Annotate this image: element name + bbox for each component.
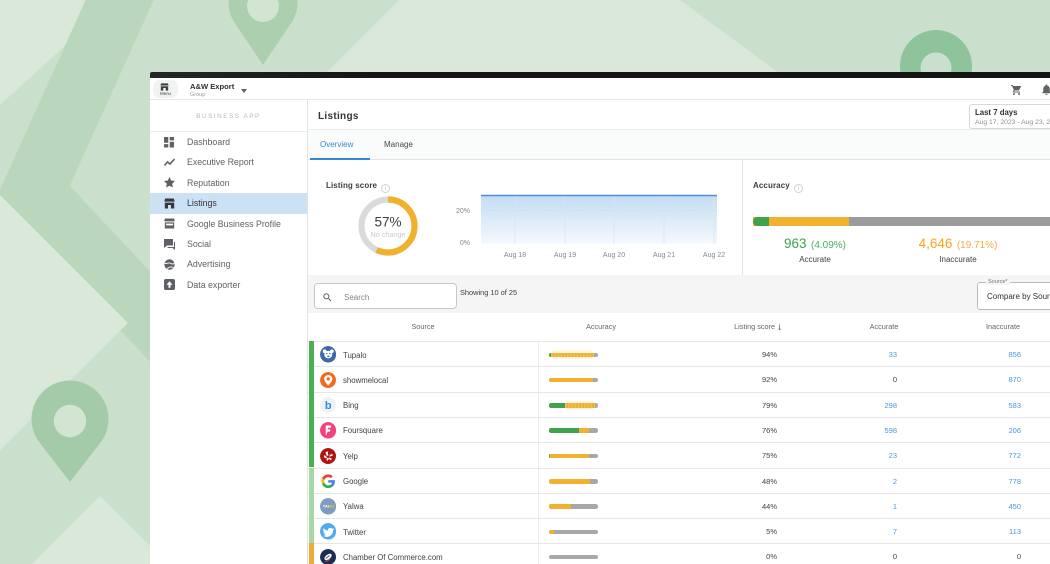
svg-text:Aug 22: Aug 22 [703, 252, 725, 259]
svg-text:Aug 19: Aug 19 [554, 252, 576, 259]
svg-text:WA: WA [328, 505, 334, 509]
svg-text:0%: 0% [460, 240, 470, 247]
svg-text:b: b [324, 400, 331, 412]
svg-text:No change: No change [371, 230, 406, 239]
svg-text:20%: 20% [456, 208, 470, 215]
svg-text:57%: 57% [374, 215, 401, 230]
svg-text:Aug 21: Aug 21 [653, 252, 675, 259]
svg-text:Aug 18: Aug 18 [504, 252, 526, 259]
svg-text:Aug 20: Aug 20 [603, 252, 625, 259]
